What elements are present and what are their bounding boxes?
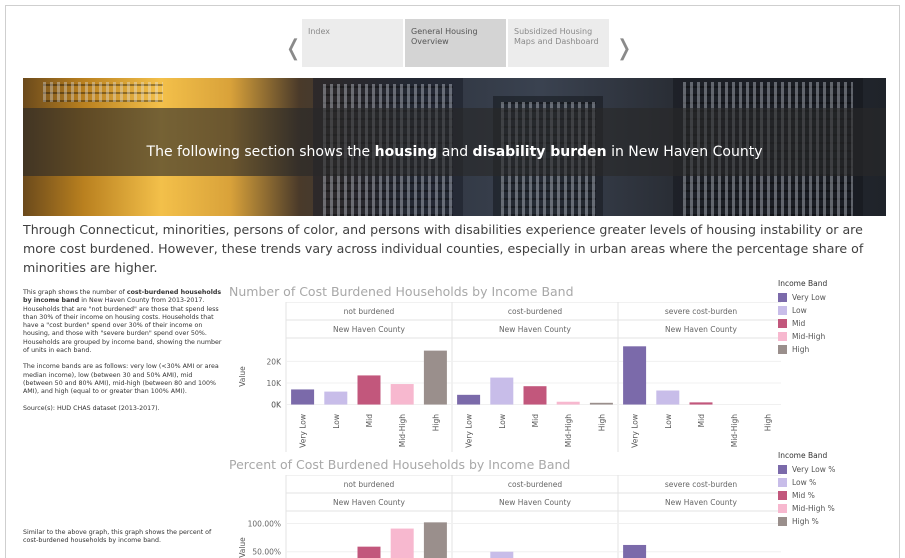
legend-item[interactable]: Very Low % — [778, 463, 835, 476]
legend-title: Income Band — [778, 451, 828, 460]
panel-header: not burdened — [344, 307, 395, 316]
banner-image: The following section shows the housing … — [23, 78, 886, 216]
x-tick-label: Very Low — [465, 414, 474, 448]
bar — [390, 384, 414, 405]
tab-general-housing-overview[interactable]: General Housing Overview — [405, 19, 506, 67]
legend-item[interactable]: Low — [778, 304, 827, 317]
chart2-description: Similar to the above graph, this graph s… — [23, 529, 212, 545]
y-tick-label: 20K — [267, 357, 283, 366]
chart1-plot: 0K10K20K0KValuenot burdenedNew Haven Cou… — [238, 302, 781, 452]
bar — [656, 390, 680, 405]
x-tick-label: Mid — [697, 414, 706, 428]
x-tick-label: Very Low — [299, 414, 308, 448]
x-tick-label: High — [597, 414, 606, 431]
chevron-right-icon[interactable]: ❭ — [615, 36, 633, 61]
banner-overlay — [23, 108, 886, 176]
panel-subheader: New Haven County — [333, 498, 405, 507]
y-axis-label: Value — [238, 537, 247, 558]
dashboard-frame: ❬ Index General Housing Overview Subsidi… — [5, 5, 900, 558]
x-tick-label: Low — [498, 414, 507, 429]
panel-header: not burdened — [344, 480, 395, 489]
y-tick-label: 50.00% — [252, 548, 281, 557]
y-tick-label: 0K — [271, 401, 282, 410]
legend-item[interactable]: High — [778, 343, 827, 356]
bar — [423, 350, 447, 405]
building-windows — [43, 82, 163, 102]
bar — [623, 346, 647, 405]
panel-subheader: New Haven County — [665, 498, 737, 507]
panel-subheader: New Haven County — [499, 498, 571, 507]
legend-item[interactable]: Mid % — [778, 489, 835, 502]
bar — [490, 377, 514, 405]
legend-title: Income Band — [778, 279, 828, 288]
legend-item[interactable]: High % — [778, 515, 835, 528]
x-tick-label: Mid — [365, 414, 374, 428]
intro-paragraph: Through Connecticut, minorities, persons… — [23, 222, 864, 275]
x-tick-label: Mid-High — [730, 414, 739, 448]
bar — [689, 402, 713, 405]
panel-header: severe cost-burden — [665, 307, 738, 316]
chart1-legend: Income Band Very Low Low Mid Mid-High Hi… — [778, 279, 827, 356]
x-tick-label: Low — [664, 414, 673, 429]
panel-subheader: New Haven County — [499, 325, 571, 334]
chart2-legend: Income Band Very Low % Low % Mid % Mid-H… — [778, 451, 835, 528]
bar — [324, 391, 348, 405]
chart1-title: Number of Cost Burdened Households by In… — [229, 284, 574, 299]
y-axis-label: Value — [238, 366, 247, 387]
x-tick-label: Mid-High — [564, 414, 573, 448]
x-tick-label: Mid-High — [398, 414, 407, 448]
bar — [589, 402, 613, 405]
bar — [623, 544, 647, 558]
panel-header: severe cost-burden — [665, 480, 738, 489]
bar — [523, 386, 547, 405]
bar — [556, 401, 580, 405]
chevron-left-icon[interactable]: ❬ — [284, 36, 302, 61]
bar — [291, 389, 315, 405]
bar — [423, 522, 447, 558]
panel-subheader: New Haven County — [333, 325, 405, 334]
tab-index[interactable]: Index — [302, 19, 403, 67]
y-tick-label: 10K — [267, 379, 283, 388]
x-tick-label: Very Low — [631, 414, 640, 448]
bar — [357, 546, 381, 558]
panel-subheader: New Haven County — [665, 325, 737, 334]
legend-item[interactable]: Mid — [778, 317, 827, 330]
panel-header: cost-burdened — [508, 480, 562, 489]
x-tick-label: Low — [332, 414, 341, 429]
banner-heading: The following section shows the housing … — [146, 144, 763, 160]
chart1-description: This graph shows the number of cost-burd… — [23, 289, 222, 412]
legend-item[interactable]: Mid-High % — [778, 502, 835, 515]
tab-subsidized-housing[interactable]: Subsidized Housing Maps and Dashboard — [508, 19, 609, 67]
y-tick-label: 100.00% — [248, 519, 281, 528]
bar — [457, 394, 481, 405]
x-tick-label: High — [431, 414, 440, 431]
legend-item[interactable]: Low % — [778, 476, 835, 489]
bar — [490, 551, 514, 558]
bar — [357, 375, 381, 405]
bar — [390, 528, 414, 558]
x-tick-label: Mid — [531, 414, 540, 428]
legend-item[interactable]: Mid-High — [778, 330, 827, 343]
chart2-title: Percent of Cost Burdened Households by I… — [229, 457, 571, 472]
legend-item[interactable]: Very Low — [778, 291, 827, 304]
panel-header: cost-burdened — [508, 307, 562, 316]
chart2-plot: 50.00% 100.00%Value not burdened New Haven … — [238, 475, 781, 558]
x-tick-label: High — [763, 414, 772, 431]
